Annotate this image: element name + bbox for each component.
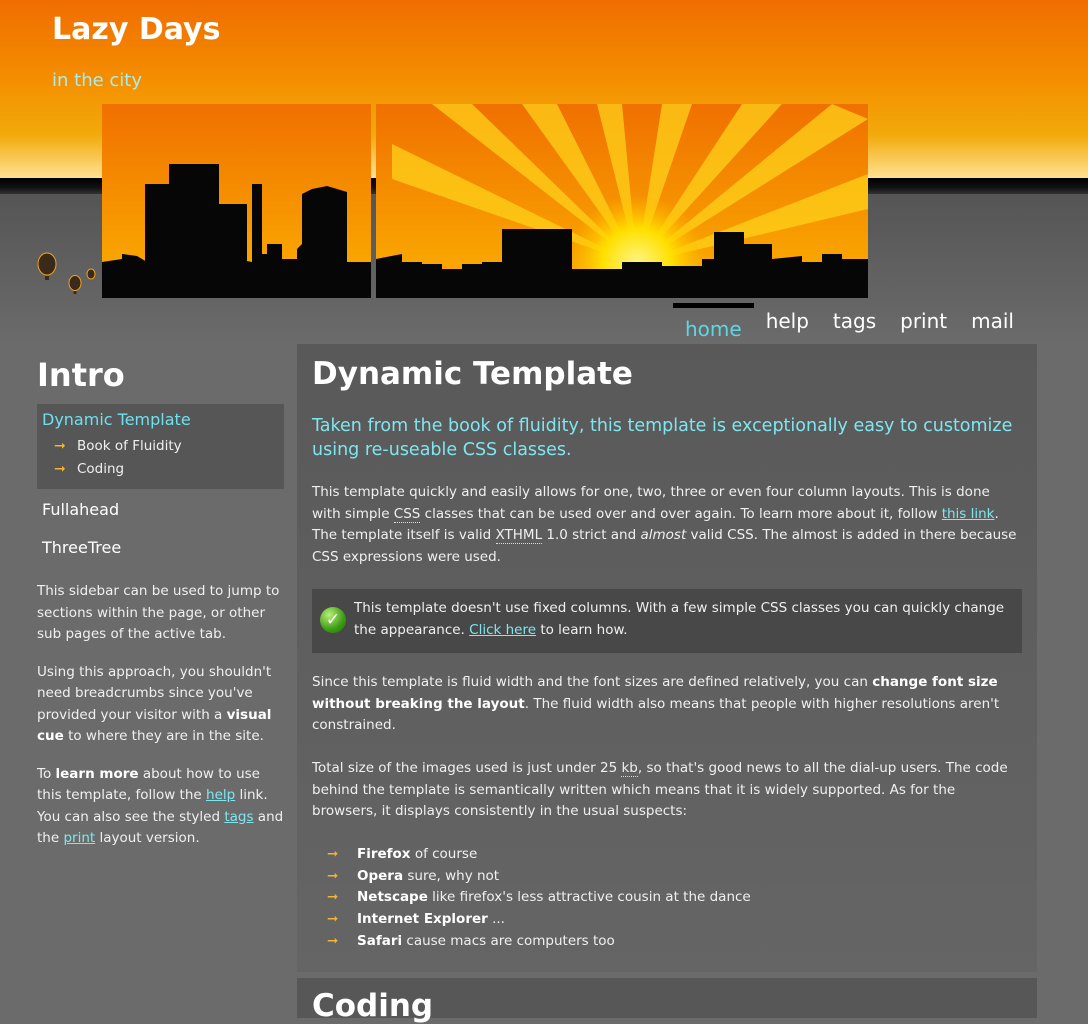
text: This template doesn't use fixed columns.… (354, 600, 1005, 638)
sidebar-subitem-label: Coding (77, 461, 125, 477)
checkmark-icon: ✓ (320, 607, 346, 633)
xhtml-abbr: XTHML (495, 527, 543, 544)
arrow-right-icon: ➞ (54, 438, 66, 454)
sidebar-subitem-coding[interactable]: ➞ Coding (42, 458, 279, 481)
page-title: Dynamic Template (312, 356, 633, 392)
section-title: Coding (312, 988, 434, 1024)
browser-list: ➞ Firefox of course ➞ Opera sure, why not … (327, 844, 751, 953)
browser-name: Internet Explorer (357, 911, 488, 928)
nav-tags[interactable]: tags (821, 308, 888, 342)
print-link[interactable]: print (63, 830, 95, 846)
text: To (37, 765, 56, 782)
browser-name: Opera (357, 867, 404, 884)
click-here-link[interactable]: Click here (469, 622, 536, 638)
text: Since this template is fluid width and t… (312, 674, 873, 690)
sidebar-subitem-book-of-fluidity[interactable]: ➞ Book of Fluidity (42, 435, 279, 458)
browser-desc: ... (487, 911, 505, 928)
list-item: ➞ Opera sure, why not (327, 866, 751, 888)
text: Total size of the images used is just un… (312, 760, 622, 776)
tags-link[interactable]: tags (224, 809, 253, 825)
emphasis: learn more (55, 765, 139, 782)
browser-name: Firefox (357, 846, 411, 862)
kb-abbr: kb (621, 760, 638, 777)
balloons-illustration (37, 252, 96, 294)
sidebar-item-dynamic-template[interactable]: Dynamic Template (42, 410, 279, 429)
help-link[interactable]: help (206, 787, 235, 803)
sidebar-item-threetree[interactable]: ThreeTree (37, 531, 284, 565)
text: to where they are in the site. (63, 728, 264, 744)
browser-name: Safari (357, 932, 403, 949)
sidebar-active-section: Dynamic Template ➞ Book of Fluidity ➞ Co… (37, 404, 284, 489)
lead-paragraph: Taken from the book of fluidity, this te… (312, 416, 1013, 460)
nav-home[interactable]: home (672, 303, 754, 342)
list-item: ➞ Netscape like firefox's less attractive… (327, 887, 751, 909)
list-item: ➞ Safari cause macs are computers too (327, 931, 751, 953)
arrow-right-icon: ➞ (327, 846, 339, 862)
arrow-right-icon: ➞ (327, 867, 339, 884)
arrow-right-icon: ➞ (327, 911, 339, 928)
browser-desc: cause macs are computers too (402, 932, 615, 949)
sidebar-text-1: This sidebar can be used to jump to sect… (37, 583, 280, 642)
nav-print[interactable]: print (888, 308, 959, 342)
skyline-banner (102, 104, 868, 298)
this-link[interactable]: this link (942, 506, 995, 522)
browser-desc: sure, why not (403, 867, 500, 884)
list-item: ➞ Internet Explorer ... (327, 909, 751, 931)
emphasis: almost (640, 527, 687, 543)
text: layout version. (95, 830, 200, 846)
sidebar-text-3: To learn more about how to use this temp… (37, 764, 284, 850)
main-nav: home help tags print mail (672, 303, 1026, 342)
sidebar: Intro Dynamic Template ➞ Book of Fluidit… (37, 356, 284, 850)
arrow-right-icon: ➞ (54, 461, 66, 477)
images-paragraph: Total size of the images used is just un… (312, 758, 1017, 823)
site-subtitle: in the city (52, 70, 142, 91)
note-text: This template doesn't use fixed columns.… (354, 597, 1014, 641)
sidebar-heading: Intro (37, 356, 125, 394)
info-note: ✓ This template doesn't use fixed column… (312, 589, 1022, 653)
sidebar-subitem-label: Book of Fluidity (77, 438, 182, 454)
sidebar-text-2: Using this approach, you shouldn't need … (37, 662, 284, 748)
nav-mail[interactable]: mail (959, 308, 1026, 342)
arrow-right-icon: ➞ (327, 932, 339, 949)
browser-desc: of course (410, 846, 478, 862)
intro-paragraph: This template quickly and easily allows … (312, 482, 1017, 568)
text: to learn how. (536, 622, 628, 638)
text: 1.0 strict and (542, 527, 641, 543)
sidebar-item-fullahead[interactable]: Fullahead (37, 493, 284, 527)
next-section: Coding (297, 978, 1037, 1024)
site-title[interactable]: Lazy Days (52, 12, 220, 47)
text: classes that can be used over and over a… (420, 505, 942, 522)
browser-desc: like firefox's less attractive cousin at… (427, 889, 751, 906)
list-item: ➞ Firefox of course (327, 844, 751, 866)
main-content: Dynamic Template Taken from the book of … (297, 344, 1037, 972)
nav-help[interactable]: help (754, 308, 821, 342)
browser-name: Netscape (357, 889, 428, 906)
arrow-right-icon: ➞ (327, 889, 339, 906)
css-abbr: CSS (393, 505, 421, 523)
fluid-paragraph: Since this template is fluid width and t… (312, 672, 1017, 737)
